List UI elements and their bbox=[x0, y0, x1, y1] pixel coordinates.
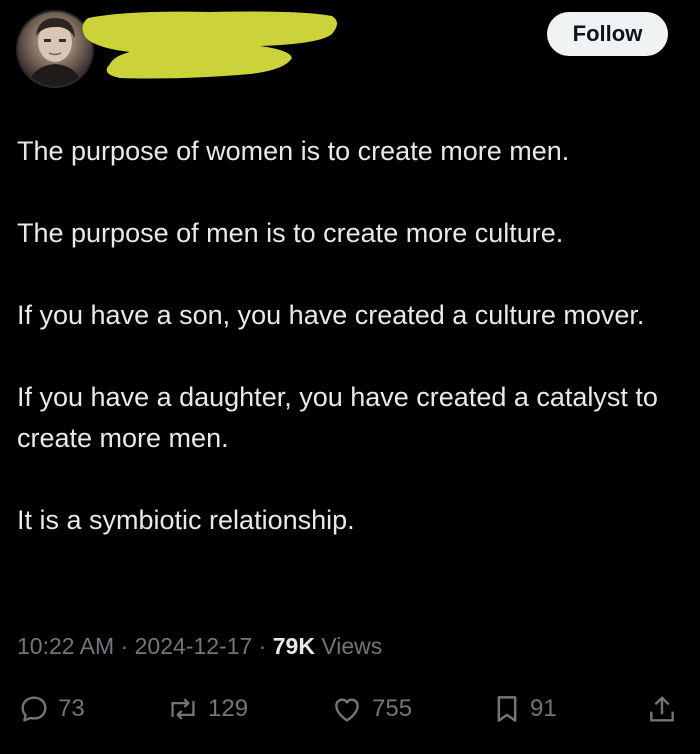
tweet-header: Follow bbox=[0, 0, 700, 100]
tweet-time[interactable]: 10:22 AM bbox=[17, 633, 114, 659]
meta-separator: · bbox=[252, 633, 273, 659]
heart-icon bbox=[335, 698, 359, 722]
bookmark-count: 91 bbox=[530, 695, 557, 722]
share-button[interactable] bbox=[646, 686, 678, 732]
tweet-date[interactable]: 2024-12-17 bbox=[135, 633, 253, 659]
repost-icon bbox=[171, 698, 195, 720]
share-icon bbox=[650, 696, 674, 722]
tweet-text: The purpose of women is to create more m… bbox=[17, 131, 677, 582]
bookmark-icon bbox=[497, 696, 517, 722]
like-button[interactable]: 755 bbox=[330, 686, 412, 732]
views-count: 79K bbox=[272, 633, 315, 659]
reply-count: 73 bbox=[58, 695, 85, 722]
action-bar: 73 129 755 91 bbox=[0, 686, 700, 732]
repost-count: 129 bbox=[208, 695, 249, 722]
reply-icon bbox=[21, 696, 47, 722]
tweet-paragraph: It is a symbiotic relationship. bbox=[17, 505, 355, 535]
follow-button[interactable]: Follow bbox=[547, 12, 668, 56]
tweet-paragraph: The purpose of men is to create more cul… bbox=[17, 218, 564, 248]
reply-button[interactable]: 73 bbox=[18, 686, 85, 732]
tweet-paragraph: The purpose of women is to create more m… bbox=[17, 136, 570, 166]
tweet-paragraph: If you have a son, you have created a cu… bbox=[17, 300, 645, 330]
tweet-meta: 10:22 AM · 2024-12-17 · 79K Views bbox=[17, 630, 382, 662]
bookmark-button[interactable]: 91 bbox=[492, 686, 557, 732]
tweet-paragraph: If you have a daughter, you have created… bbox=[17, 382, 658, 453]
like-count: 755 bbox=[372, 695, 413, 722]
repost-button[interactable]: 129 bbox=[166, 686, 248, 732]
name-redaction bbox=[82, 11, 337, 79]
meta-separator: · bbox=[114, 633, 135, 659]
views-label: Views bbox=[314, 633, 383, 659]
